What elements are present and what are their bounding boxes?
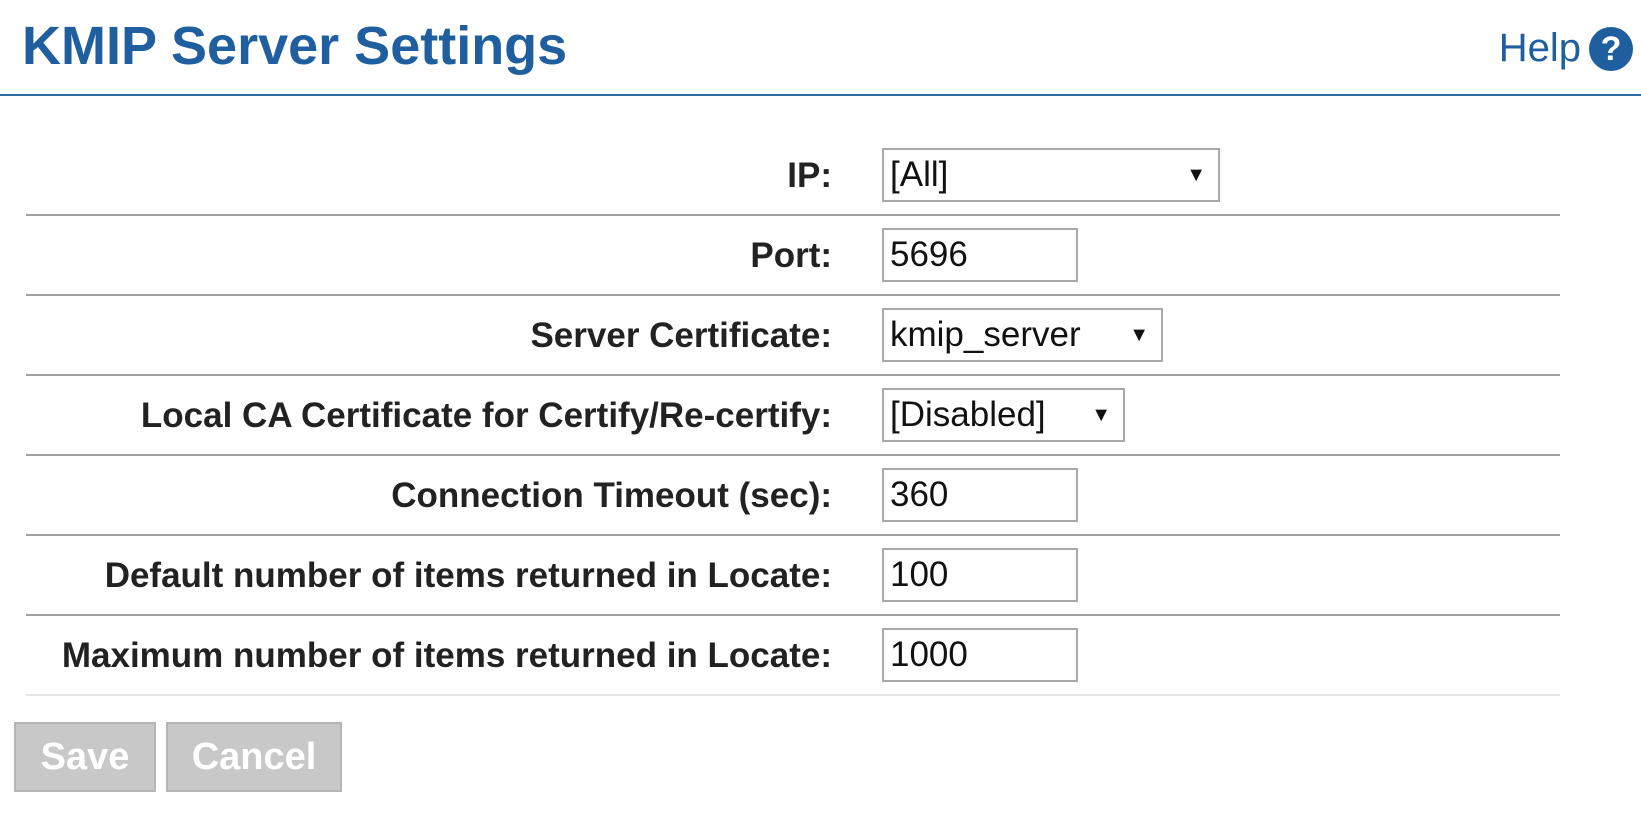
help-link[interactable]: Help ?	[1499, 26, 1633, 71]
max-items-label: Maximum number of items returned in Loca…	[61, 636, 832, 675]
form-row-timeout: Connection Timeout (sec): 360	[26, 456, 1560, 536]
form-row-port: Port: 5696	[26, 216, 1560, 296]
dropdown-arrow-icon: ▼	[1186, 163, 1206, 186]
server-certificate-select[interactable]: kmip_server ▼	[882, 308, 1163, 362]
server-certificate-label: Server Certificate:	[530, 316, 832, 355]
form-buttons: Save Cancel	[14, 722, 352, 792]
ip-select-value: [All]	[890, 155, 949, 194]
page-title: KMIP Server Settings	[22, 16, 568, 76]
kmip-settings-page: KMIP Server Settings Help ? IP: [All] ▼ …	[0, 0, 1641, 822]
form-row-max-items: Maximum number of items returned in Loca…	[26, 616, 1560, 696]
question-circle-icon[interactable]: ?	[1589, 26, 1633, 71]
local-ca-label: Local CA Certificate for Certify/Re-cert…	[140, 396, 832, 435]
server-certificate-select-value: kmip_server	[890, 315, 1081, 354]
form-row-ip: IP: [All] ▼	[26, 136, 1560, 216]
page-header: KMIP Server Settings Help ?	[0, 0, 1641, 96]
local-ca-select[interactable]: [Disabled] ▼	[882, 388, 1125, 442]
settings-form: IP: [All] ▼ Port: 5696 Server Certificat…	[26, 136, 1560, 696]
default-items-label: Default number of items returned in Loca…	[104, 556, 832, 595]
port-label: Port:	[750, 236, 832, 275]
dropdown-arrow-icon: ▼	[1129, 323, 1149, 346]
help-label[interactable]: Help	[1499, 26, 1581, 71]
dropdown-arrow-icon: ▼	[1091, 403, 1111, 426]
port-input[interactable]: 5696	[882, 228, 1078, 282]
cancel-button[interactable]: Cancel	[166, 722, 342, 792]
default-items-input[interactable]: 100	[882, 548, 1078, 602]
ip-select[interactable]: [All] ▼	[882, 148, 1220, 202]
form-row-server-certificate: Server Certificate: kmip_server ▼	[26, 296, 1560, 376]
local-ca-select-value: [Disabled]	[890, 395, 1046, 434]
form-row-default-items: Default number of items returned in Loca…	[26, 536, 1560, 616]
max-items-input[interactable]: 1000	[882, 628, 1078, 682]
save-button[interactable]: Save	[14, 722, 156, 792]
timeout-label: Connection Timeout (sec):	[391, 476, 832, 515]
ip-label: IP:	[787, 156, 832, 195]
form-row-local-ca: Local CA Certificate for Certify/Re-cert…	[26, 376, 1560, 456]
timeout-input[interactable]: 360	[882, 468, 1078, 522]
